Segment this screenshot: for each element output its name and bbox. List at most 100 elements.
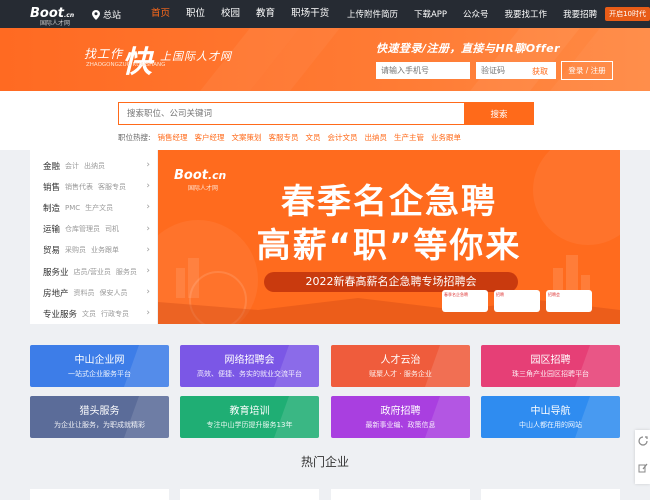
tile-title: 人才云治: [380, 355, 421, 366]
category-sub[interactable]: 采购员: [65, 245, 86, 255]
category-sub[interactable]: 保安人员: [100, 288, 128, 298]
nav-career-tips[interactable]: 职场干货: [283, 0, 337, 28]
category-real-estate[interactable]: 房地产 资料员 保安人员 ›: [30, 282, 157, 303]
category-sub[interactable]: 文员: [82, 309, 96, 319]
hot-companies-heading: 热门企业: [300, 455, 349, 469]
category-finance[interactable]: 金融 会计 出纳员 ›: [30, 155, 157, 176]
category-sub[interactable]: 服务员: [116, 267, 137, 277]
hot-tag[interactable]: 生产主管: [394, 132, 424, 143]
category-name: 金融: [43, 161, 61, 172]
recruit-link[interactable]: 我要招聘: [555, 8, 605, 20]
category-name: 运输: [43, 225, 61, 236]
chevron-right-icon: ›: [146, 160, 150, 170]
tile-title: 猎头服务: [79, 406, 120, 417]
login-register-button[interactable]: 登录 / 注册: [561, 61, 613, 80]
category-sub[interactable]: 行政专员: [101, 309, 129, 319]
nav-education[interactable]: 教育: [248, 0, 283, 28]
company-card[interactable]: [30, 489, 169, 500]
tile-talent-cloud[interactable]: 人才云治 赋聚人才 · 服务企业: [331, 345, 470, 387]
category-sales[interactable]: 销售 销售代表 客服专员 ›: [30, 176, 157, 197]
banner-title-line1: 春季名企急聘: [281, 182, 497, 222]
mini-card-label: 招聘: [496, 292, 504, 297]
download-app-link[interactable]: 下载APP: [406, 8, 455, 20]
nav-jobs[interactable]: 职位: [178, 0, 213, 28]
category-sub[interactable]: 资料员: [74, 288, 95, 298]
hot-tag[interactable]: 文案策划: [232, 132, 262, 143]
get-code-button[interactable]: 获取: [532, 66, 548, 77]
hot-search-tags: 职位热搜: 销售经理 客户经理 文案策划 客服专员 文员 会计文员 出纳员 生产…: [118, 132, 461, 143]
find-job-link[interactable]: 我要找工作: [497, 8, 556, 20]
hero-slogan-pinyin: ZHAOGONGZUO KUAISHANG: [86, 62, 166, 68]
category-sub[interactable]: 仓库管理员: [65, 224, 100, 234]
category-name: 服务业: [43, 267, 69, 278]
company-card[interactable]: [180, 489, 319, 500]
category-sub[interactable]: PMC: [65, 204, 80, 212]
location-selector[interactable]: 总站: [92, 8, 121, 21]
banner-title-line2: 高薪“职”等你来: [256, 226, 522, 266]
hot-tag[interactable]: 客服专员: [269, 132, 299, 143]
banner-mini-card: 招聘: [494, 290, 540, 312]
hero-slogan-site: 上国际人才网: [160, 50, 232, 63]
category-professional[interactable]: 专业服务 文员 行政专员 ›: [30, 303, 157, 324]
category-sub[interactable]: 司机: [105, 224, 119, 234]
main-nav: 首页 职位 校园 教育 职场干货: [143, 0, 337, 28]
hot-tag[interactable]: 会计文员: [328, 132, 358, 143]
tile-subtitle: 高效、便捷、务实的就业交流平台: [197, 370, 302, 378]
category-sub[interactable]: 业务跟单: [91, 245, 119, 255]
category-name: 贸易: [43, 246, 61, 257]
category-sub[interactable]: 销售代表: [65, 182, 93, 192]
tile-park-recruitment[interactable]: 园区招聘 珠三角产业园区招聘平台: [481, 345, 620, 387]
tile-online-job-fair[interactable]: 网络招聘会 高效、便捷、务实的就业交流平台: [180, 345, 319, 387]
hero-slogan-find-job: 找工作: [84, 47, 124, 61]
hot-search-label: 职位热搜:: [118, 133, 151, 142]
hot-tag[interactable]: 业务跟单: [431, 132, 461, 143]
search-band: 搜索 职位热搜: 销售经理 客户经理 文案策划 客服专员 文员 会计文员 出纳员…: [0, 91, 650, 150]
category-service[interactable]: 服务业 店员/营业员 服务员 ›: [30, 261, 157, 282]
category-trade[interactable]: 贸易 采购员 业务跟单 ›: [30, 240, 157, 261]
edit-icon[interactable]: [635, 457, 650, 484]
tile-subtitle: 最新事业编、政策信息: [365, 421, 436, 429]
tile-subtitle: 专注中山学历提升服务13年: [206, 421, 293, 429]
category-sub[interactable]: 出纳员: [84, 161, 105, 171]
category-manufacturing[interactable]: 制造 PMC 生产文员 ›: [30, 197, 157, 218]
company-card[interactable]: [481, 489, 620, 500]
feedback-icon[interactable]: [635, 430, 650, 457]
category-transport[interactable]: 运输 仓库管理员 司机 ›: [30, 219, 157, 240]
tile-subtitle: 中山人都在用的网站: [519, 421, 582, 429]
tile-title: 教育培训: [229, 406, 270, 417]
chevron-right-icon: ›: [146, 181, 150, 192]
wechat-account-link[interactable]: 公众号: [455, 8, 497, 20]
tile-zhongshan-navigation[interactable]: 中山导航 中山人都在用的网站: [481, 396, 620, 438]
hot-tag[interactable]: 文员: [306, 132, 321, 143]
tile-subtitle: 为企业让服务，为职成就精彩: [54, 421, 145, 429]
search-button[interactable]: 搜索: [464, 102, 534, 125]
chevron-right-icon: ›: [146, 308, 150, 319]
category-name: 制造: [43, 203, 61, 214]
tile-title: 中山导航: [530, 406, 571, 417]
tile-government-recruitment[interactable]: 政府招聘 最新事业编、政策信息: [331, 396, 470, 438]
hot-tag[interactable]: 客户经理: [195, 132, 225, 143]
hero-login-band: 找工作 快 上国际人才网 ZHAOGONGZUO KUAISHANG 快速登录/…: [0, 28, 650, 91]
nav-right-links: 上传附件简历 下载APP 公众号 我要找工作 我要招聘 开启10时代: [339, 0, 650, 28]
tile-zhongshan-enterprise[interactable]: 中山企业网 一站式企业服务平台: [30, 345, 169, 387]
category-sub[interactable]: 客服专员: [98, 182, 126, 192]
spring-recruitment-banner[interactable]: Boot.cn 国际人才网 春季名企急聘 高薪“职”等你来 2022新春高薪名企…: [158, 150, 620, 324]
category-sub[interactable]: 店员/营业员: [74, 267, 111, 277]
hot-tag[interactable]: 出纳员: [365, 132, 388, 143]
company-card[interactable]: [331, 489, 470, 500]
location-pin-icon: [92, 9, 100, 20]
new-era-badge[interactable]: 开启10时代: [605, 7, 650, 21]
category-sub[interactable]: 会计: [65, 161, 79, 171]
tile-headhunting[interactable]: 猎头服务 为企业让服务，为职成就精彩: [30, 396, 169, 438]
search-input[interactable]: [118, 102, 464, 125]
tile-education-training[interactable]: 教育培训 专注中山学历提升服务13年: [180, 396, 319, 438]
tile-title: 网络招聘会: [224, 355, 275, 366]
phone-input[interactable]: [376, 62, 470, 79]
upload-resume-link[interactable]: 上传附件简历: [339, 8, 406, 20]
category-sub[interactable]: 生产文员: [85, 203, 113, 213]
tile-subtitle: 赋聚人才 · 服务企业: [369, 370, 432, 378]
nav-home[interactable]: 首页: [143, 0, 178, 28]
nav-campus[interactable]: 校园: [213, 0, 248, 28]
hot-tag[interactable]: 销售经理: [158, 132, 188, 143]
tile-subtitle: 一站式企业服务平台: [68, 370, 131, 378]
